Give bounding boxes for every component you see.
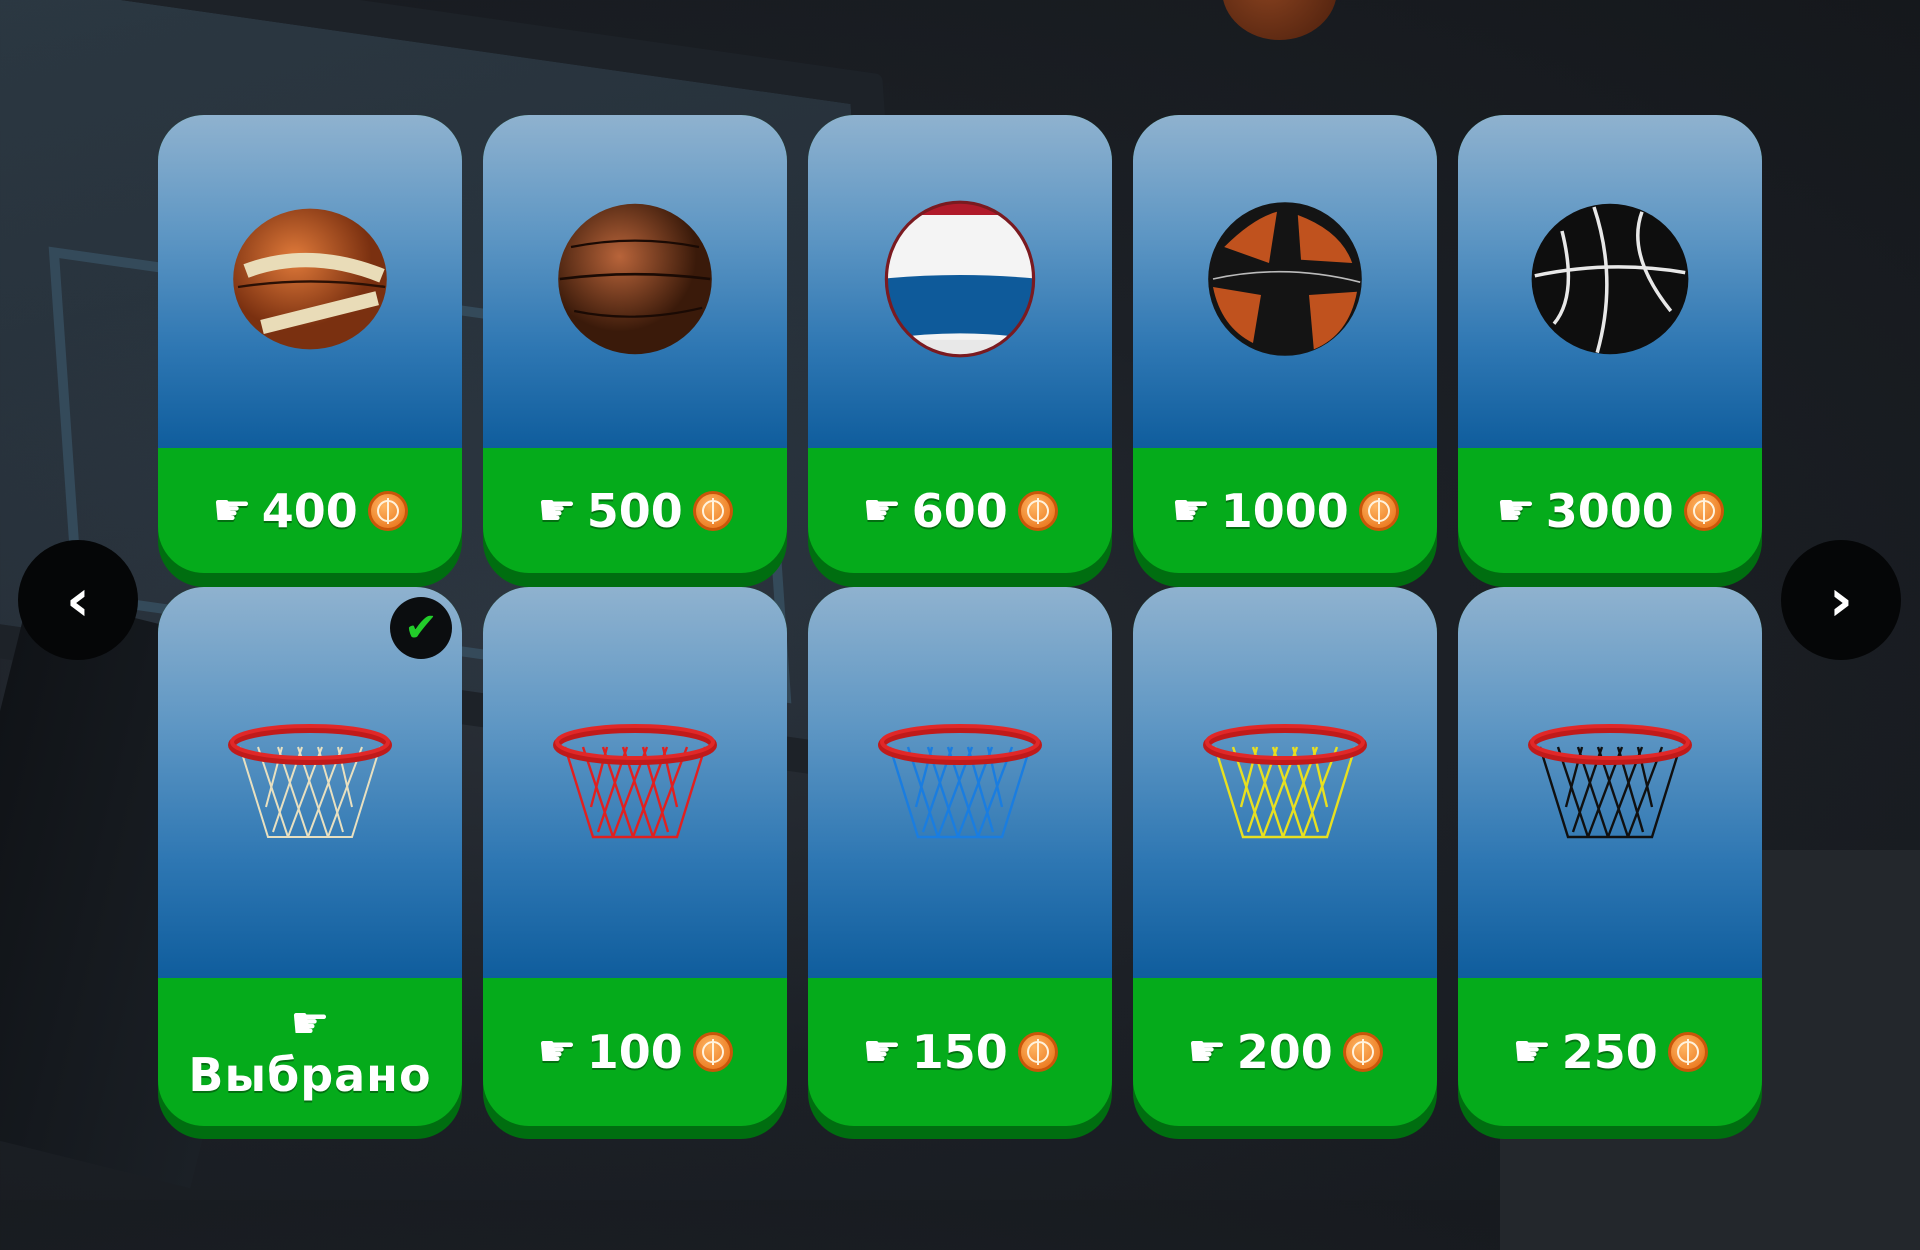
ball-black-white-icon	[1528, 199, 1692, 359]
ball-card-1[interactable]: ☛ 400	[158, 115, 462, 587]
card-preview	[483, 587, 787, 978]
checkmark-icon: ✔	[390, 597, 452, 659]
price-bar[interactable]: ☛ 150	[808, 978, 1112, 1126]
hoop-red-net-icon	[553, 724, 717, 839]
hoop-card-5[interactable]: ☛ 250	[1458, 587, 1762, 1139]
price-bar[interactable]: ☛ 250	[1458, 978, 1762, 1126]
price-bar[interactable]: ☛ 400	[158, 448, 462, 573]
basketball-coin-icon	[1017, 1032, 1058, 1072]
card-preview	[483, 115, 787, 448]
pointing-hand-icon: ☛	[862, 1026, 902, 1077]
basketball-coin-icon	[1358, 490, 1399, 531]
ball-card-5[interactable]: ☛ 3000	[1458, 115, 1762, 587]
price-bar[interactable]: ☛ 600	[808, 448, 1112, 573]
pointing-hand-icon: ☛	[1496, 484, 1536, 536]
pointing-hand-icon: ☛	[290, 998, 330, 1049]
card-preview	[1133, 115, 1437, 448]
price-value: 400	[261, 483, 358, 538]
price-value: 250	[1561, 1025, 1658, 1079]
basketball-coin-icon	[1342, 1032, 1383, 1072]
previous-page-button[interactable]: ‹	[18, 540, 138, 660]
chevron-right-icon: ›	[1829, 566, 1853, 634]
card-preview: ✔	[158, 587, 462, 978]
price-bar[interactable]: ☛ 1000	[1133, 448, 1437, 573]
next-page-button[interactable]: ›	[1781, 540, 1901, 660]
price-bar[interactable]: ☛ 3000	[1458, 448, 1762, 573]
hoop-blue-net-icon	[878, 724, 1042, 839]
ball-brown-classic-icon	[553, 199, 717, 359]
hoop-black-net-icon	[1528, 724, 1692, 839]
price-value: 150	[911, 1025, 1008, 1079]
card-preview	[1133, 587, 1437, 978]
selected-label: Выбрано	[188, 1048, 432, 1102]
ball-card-3[interactable]: ☛ 600	[808, 115, 1112, 587]
hoop-card-1[interactable]: ✔ ☛ Выбрано	[158, 587, 462, 1139]
pointing-hand-icon: ☛	[212, 484, 252, 536]
card-preview	[158, 115, 462, 448]
basketball-coin-icon	[692, 490, 733, 531]
price-bar[interactable]: ☛ 100	[483, 978, 787, 1126]
basketball-coin-icon	[1683, 490, 1724, 531]
ball-black-orange-icon	[1203, 199, 1367, 359]
hoop-white-net-icon	[228, 724, 392, 838]
price-bar[interactable]: ☛ 500	[483, 448, 787, 573]
price-bar[interactable]: ☛ 200	[1133, 978, 1437, 1126]
hoop-yellow-net-icon	[1203, 724, 1367, 839]
pointing-hand-icon: ☛	[1512, 1026, 1552, 1077]
basketball-coin-icon	[1667, 1032, 1708, 1072]
selected-bar[interactable]: ☛ Выбрано	[158, 978, 462, 1126]
pointing-hand-icon: ☛	[1171, 484, 1211, 536]
pointing-hand-icon: ☛	[1187, 1026, 1227, 1077]
pointing-hand-icon: ☛	[537, 1026, 577, 1077]
price-value: 200	[1236, 1025, 1333, 1079]
card-preview	[808, 115, 1112, 448]
price-value: 600	[911, 483, 1008, 538]
card-preview	[1458, 115, 1762, 448]
ball-card-2[interactable]: ☛ 500	[483, 115, 787, 587]
hoop-card-4[interactable]: ☛ 200	[1133, 587, 1437, 1139]
basketball-coin-icon	[692, 1032, 733, 1072]
chevron-left-icon: ‹	[66, 566, 90, 634]
hoop-card-2[interactable]: ☛ 100	[483, 587, 787, 1139]
price-value: 1000	[1220, 483, 1349, 538]
card-preview	[808, 587, 1112, 978]
shop-grid: ☛ 400 ☛ 500 ☛ 600 ☛ 1000 ☛ 3000 ✔ ☛ Выбр…	[158, 115, 1762, 1139]
falling-ball-background	[1222, 0, 1337, 40]
price-value: 3000	[1545, 483, 1674, 538]
pointing-hand-icon: ☛	[862, 484, 902, 536]
ball-card-4[interactable]: ☛ 1000	[1133, 115, 1437, 587]
card-preview	[1458, 587, 1762, 978]
ball-orange-cream-icon	[228, 199, 392, 359]
ball-red-white-blue-icon	[878, 199, 1042, 359]
price-value: 100	[586, 1025, 683, 1079]
basketball-coin-icon	[1017, 490, 1058, 531]
pointing-hand-icon: ☛	[537, 484, 577, 536]
basketball-coin-icon	[367, 490, 408, 531]
price-value: 500	[586, 483, 683, 538]
hoop-card-3[interactable]: ☛ 150	[808, 587, 1112, 1139]
